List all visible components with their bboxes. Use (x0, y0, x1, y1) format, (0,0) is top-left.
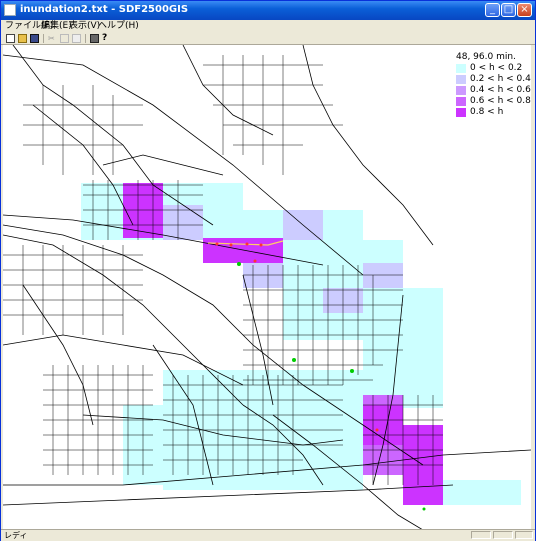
menu-edit[interactable]: 編集(E) (41, 20, 72, 33)
toolbar-separator (43, 34, 44, 43)
toolbar-separator (85, 34, 86, 43)
legend-swatch (456, 86, 466, 95)
legend-swatch (456, 108, 466, 117)
status-bar: レディ (1, 529, 535, 541)
legend-swatch (456, 64, 466, 73)
app-window: inundation2.txt - SDF2500GIS _ □ × ファイル(… (0, 0, 536, 541)
legend-header-text: 48, 96.0 min. (456, 52, 516, 62)
open-icon[interactable] (18, 34, 27, 43)
depth-grid (81, 183, 521, 505)
status-panel (471, 531, 491, 539)
menu-view[interactable]: 表示(V) (69, 20, 100, 33)
paste-icon[interactable] (72, 34, 81, 43)
print-icon[interactable] (90, 34, 99, 43)
legend-swatch (456, 97, 466, 106)
legend-label: 0 < h < 0.2 (470, 63, 523, 73)
save-icon[interactable] (30, 34, 39, 43)
legend-label: 0.2 < h < 0.4 (470, 74, 531, 84)
copy-icon[interactable] (60, 34, 69, 43)
app-icon (4, 4, 16, 16)
maximize-button[interactable]: □ (501, 3, 516, 17)
new-icon[interactable] (6, 34, 15, 43)
status-panel (515, 531, 533, 539)
map-view[interactable] (3, 45, 531, 530)
legend-label: 0.8 < h (470, 107, 504, 117)
minimize-button[interactable]: _ (485, 3, 500, 17)
cut-icon[interactable]: ✂ (48, 34, 57, 43)
status-panel (493, 531, 513, 539)
menu-help[interactable]: ヘルプ(H) (98, 20, 139, 33)
window-title: inundation2.txt - SDF2500GIS (20, 4, 189, 15)
legend-label: 0.4 < h < 0.6 (470, 85, 531, 95)
legend-swatch (456, 75, 466, 84)
title-bar[interactable]: inundation2.txt - SDF2500GIS _ □ × (1, 1, 535, 20)
legend-label: 0.6 < h < 0.8 (470, 96, 531, 106)
help-icon[interactable]: ? (102, 34, 111, 43)
toolbar: ✂ ? (1, 33, 535, 45)
inundation-map[interactable] (3, 45, 531, 530)
status-text: レディ (4, 531, 28, 540)
close-button[interactable]: × (517, 3, 532, 17)
menu-bar: ファイル(F) 編集(E) 表示(V) ヘルプ(H) (1, 20, 535, 33)
